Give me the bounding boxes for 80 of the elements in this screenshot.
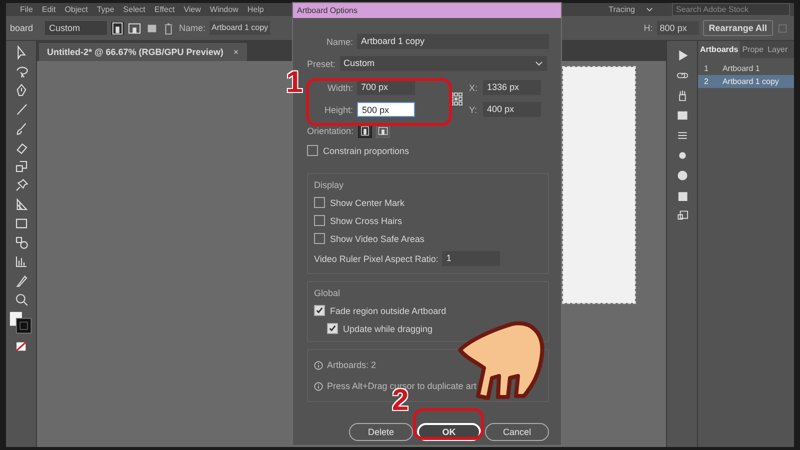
name-label: Name: [325, 36, 353, 46]
dialog-button[interactable]: Cancel [485, 423, 549, 441]
height-label: H: [644, 23, 653, 33]
menu-item[interactable]: Object [64, 5, 88, 14]
workspace-dropdown[interactable]: Tracing [608, 5, 637, 14]
chevron-down-icon [535, 61, 543, 66]
search-field[interactable]: Search Adobe Stock [672, 3, 790, 16]
checkbox[interactable] [314, 197, 325, 208]
checkbox-label: Update while dragging [343, 324, 433, 334]
checkbox[interactable] [314, 215, 325, 226]
position-label: Y: [469, 104, 478, 114]
checkbox-label: Show Cross Hairs [330, 216, 402, 226]
ratio-label: Video Ruler Pixel Aspect Ratio: [314, 254, 438, 264]
bar-chart-icon[interactable] [14, 254, 28, 269]
menu-item[interactable]: Type [96, 5, 114, 14]
name-field[interactable]: Artboard 1 copy [357, 34, 549, 49]
reference-point-icon[interactable] [449, 92, 463, 106]
preset-label: Preset: [307, 58, 336, 68]
info-text: Artboards: 2 [327, 360, 376, 370]
dialog-title: Artboard Options [293, 3, 561, 18]
dialog-button[interactable]: Delete [349, 423, 413, 441]
menu-item[interactable]: Edit [42, 5, 56, 14]
ratio-field[interactable]: 1 [442, 251, 500, 266]
fill-stroke-icon[interactable] [9, 311, 33, 335]
control-label: board [10, 23, 34, 33]
pin-icon[interactable] [14, 178, 28, 193]
menu-item[interactable]: Select [123, 5, 146, 14]
name-field[interactable]: Artboard 1 copy [210, 21, 270, 35]
preset-dropdown[interactable]: Custom [45, 21, 108, 35]
artboard-name: Artboard 1 [722, 64, 760, 73]
artboard-number: 1 [704, 64, 708, 73]
chevron-down-icon[interactable] [646, 7, 653, 12]
scale-icon[interactable] [14, 159, 28, 174]
checkbox[interactable] [314, 233, 325, 244]
height-field[interactable]: 800 px [656, 21, 699, 35]
checkbox-label: Constrain proportions [323, 146, 410, 156]
checkbox[interactable] [327, 323, 338, 334]
zoom-icon[interactable] [14, 292, 28, 307]
menu-item[interactable]: Window [210, 5, 238, 14]
checkbox[interactable] [314, 305, 325, 316]
artboard-name: Artboard 1 copy [722, 77, 779, 86]
section-title: Global [314, 288, 342, 298]
size-field[interactable]: 500 px [357, 102, 415, 117]
none-color-icon[interactable] [14, 339, 28, 354]
size-field[interactable]: 700 px [357, 80, 415, 95]
lines-icon[interactable] [676, 129, 688, 142]
checkbox[interactable] [307, 145, 318, 156]
panel-tab[interactable]: Layer [766, 41, 790, 58]
position-label: X: [469, 82, 479, 92]
artboard-row[interactable]: 1 Artboard 1 [698, 62, 794, 75]
size-label: Height: [323, 104, 353, 114]
document-tab[interactable]: Untitled-2* @ 66.67% (RGB/GPU Preview) × [39, 43, 247, 61]
preset-dropdown[interactable]: Custom [340, 56, 547, 71]
close-tab-button[interactable]: × [233, 47, 239, 57]
highlight-outline [413, 408, 484, 440]
step-number: 1 [286, 68, 303, 98]
portrait-icon[interactable] [111, 22, 124, 34]
rearrange-all-button[interactable]: Rearrange All [702, 20, 773, 36]
position-field[interactable]: 400 px [483, 102, 541, 117]
checkbox-label: Show Video Safe Areas [330, 234, 424, 244]
artboard-icon[interactable] [676, 209, 688, 222]
position-field[interactable]: 1336 px [483, 80, 541, 95]
menu-item[interactable]: Effect [154, 5, 175, 14]
panel-tab[interactable]: Artboards [698, 41, 740, 58]
checkbox-label: Fade region outside Artboard [330, 306, 446, 316]
checkbox-label: Show Center Mark [330, 198, 405, 208]
orientation-label: Orientation: [307, 126, 354, 136]
shapes-icon[interactable] [14, 235, 28, 250]
name-label: Name: [179, 23, 206, 33]
size-label: Width: [326, 82, 353, 92]
align-icon[interactable] [777, 22, 790, 34]
menu-item[interactable]: File [20, 5, 33, 14]
menu-item[interactable]: View [184, 5, 201, 14]
artboard-number: 2 [704, 77, 708, 86]
landscape-icon[interactable] [128, 22, 142, 34]
menu-item[interactable]: Help [247, 5, 264, 14]
panel-tab[interactable]: Prope [740, 41, 766, 58]
section-title: Display [314, 180, 345, 190]
artboard-row[interactable]: 2 Artboard 1 copy [698, 75, 794, 88]
document-title: Untitled-2* @ 66.67% (RGB/GPU Preview) [47, 47, 224, 57]
